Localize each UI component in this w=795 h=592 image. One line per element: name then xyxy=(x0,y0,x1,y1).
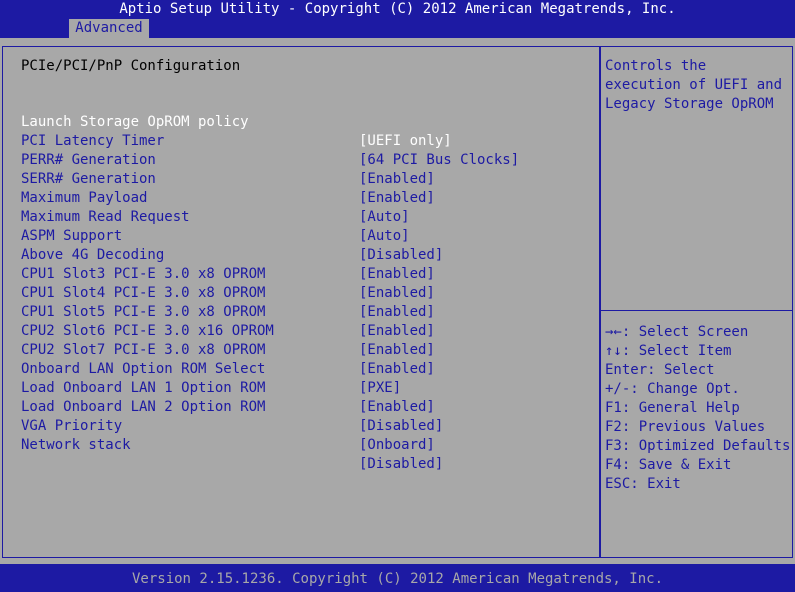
help-text: Controls the execution of UEFI and Legac… xyxy=(605,57,791,114)
key-esc-exit: ESC: Exit xyxy=(605,476,681,492)
setting-maximum-payload[interactable]: Maximum Payload [Auto] xyxy=(0,170,598,225)
setting-network-stack[interactable]: Network stack [Disabled] xyxy=(0,417,598,472)
setting-serr-generation[interactable]: SERR# Generation [Enabled] xyxy=(0,151,598,206)
setting-load-onboard-lan2-option-rom[interactable]: Load Onboard LAN 2 Option ROM [Disabled] xyxy=(0,379,598,434)
key-enter-select: Enter: Select xyxy=(605,362,715,378)
help-line: Legacy Storage OpROM xyxy=(605,96,774,112)
vertical-divider xyxy=(599,46,601,558)
setting-cpu2-slot6-oprom[interactable]: CPU2 Slot6 PCI-E 3.0 x16 OPROM [Enabled] xyxy=(0,303,598,358)
main-panel: PCIe/PCI/PnP Configuration Launch Storag… xyxy=(0,38,795,564)
key-optimized-defaults: F3: Optimized Defaults xyxy=(605,438,791,454)
setting-vga-priority[interactable]: VGA Priority [Onboard] xyxy=(0,398,598,453)
footer-version: Version 2.15.1236. Copyright (C) 2012 Am… xyxy=(131,571,663,587)
help-line: Controls the xyxy=(605,58,707,74)
setting-value[interactable]: [Disabled] xyxy=(359,455,443,474)
settings-list: Launch Storage OpROM policy [UEFI only] … xyxy=(0,94,598,472)
setting-cpu2-slot7-oprom[interactable]: CPU2 Slot7 PCI-E 3.0 x8 OPROM [Enabled] xyxy=(0,322,598,377)
window-title: Aptio Setup Utility - Copyright (C) 2012… xyxy=(119,1,676,17)
setting-value[interactable]: [Onboard] xyxy=(359,436,435,455)
tab-advanced[interactable]: Advanced xyxy=(69,19,149,38)
setting-perr-generation[interactable]: PERR# Generation [Enabled] xyxy=(0,132,598,187)
help-line: execution of UEFI and xyxy=(605,77,783,93)
key-change-opt: +/-: Change Opt. xyxy=(605,381,740,397)
key-select-item: ↑↓: Select Item xyxy=(605,343,732,359)
setting-maximum-read-request[interactable]: Maximum Read Request [Auto] xyxy=(0,189,598,244)
setting-cpu1-slot5-oprom[interactable]: CPU1 Slot5 PCI-E 3.0 x8 OPROM [Enabled] xyxy=(0,284,598,339)
help-divider xyxy=(601,310,793,311)
setting-cpu1-slot4-oprom[interactable]: CPU1 Slot4 PCI-E 3.0 x8 OPROM [Enabled] xyxy=(0,265,598,320)
setting-load-onboard-lan1-option-rom[interactable]: Load Onboard LAN 1 Option ROM [Enabled] xyxy=(0,360,598,415)
key-legend: →←: Select Screen ↑↓: Select Item Enter:… xyxy=(605,323,791,494)
setting-onboard-lan-option-rom-select[interactable]: Onboard LAN Option ROM Select [PXE] xyxy=(0,341,598,396)
key-previous-values: F2: Previous Values xyxy=(605,419,766,435)
setting-aspm-support[interactable]: ASPM Support [Disabled] xyxy=(0,208,598,263)
key-save-exit: F4: Save & Exit xyxy=(605,457,732,473)
setting-cpu1-slot3-oprom[interactable]: CPU1 Slot3 PCI-E 3.0 x8 OPROM [Enabled] xyxy=(0,246,598,301)
setting-pci-latency-timer[interactable]: PCI Latency Timer [64 PCI Bus Clocks] xyxy=(0,113,598,168)
setting-above-4g-decoding[interactable]: Above 4G Decoding [Enabled] xyxy=(0,227,598,282)
key-general-help: F1: General Help xyxy=(605,400,740,416)
setting-launch-storage-oprom-policy[interactable]: Launch Storage OpROM policy [UEFI only] xyxy=(0,94,598,149)
key-select-screen: →←: Select Screen xyxy=(605,324,749,340)
setting-label: Network stack xyxy=(21,437,131,453)
section-title: PCIe/PCI/PnP Configuration xyxy=(21,58,241,74)
